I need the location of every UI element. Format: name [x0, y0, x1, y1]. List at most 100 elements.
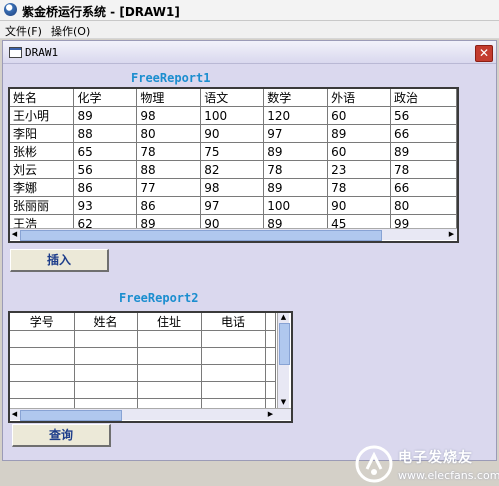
table-cell[interactable]: 86 — [136, 196, 202, 215]
table-cell[interactable]: 60 — [327, 142, 392, 161]
table-cell[interactable] — [265, 364, 276, 382]
report1-hscroll-thumb[interactable] — [20, 230, 382, 241]
table-cell[interactable] — [10, 330, 75, 348]
table-cell[interactable]: 李娜 — [10, 178, 75, 197]
table-cell[interactable] — [201, 330, 266, 348]
table-cell[interactable]: 60 — [327, 106, 392, 125]
table-cell[interactable]: 89 — [263, 142, 329, 161]
table-cell[interactable] — [74, 347, 138, 365]
scroll-up-icon[interactable]: ▲ — [278, 313, 289, 322]
table-cell[interactable]: 100 — [263, 196, 329, 215]
table-cell[interactable]: 97 — [200, 196, 265, 215]
table-cell[interactable] — [137, 330, 202, 348]
table-cell[interactable]: 89 — [263, 178, 329, 197]
table-cell[interactable]: 86 — [73, 178, 138, 197]
column-header[interactable]: 姓名 — [74, 313, 138, 331]
column-header[interactable]: 政治 — [390, 89, 457, 107]
table-cell[interactable]: 80 — [390, 196, 457, 215]
table-cell[interactable]: 89 — [327, 124, 392, 143]
table-cell[interactable] — [265, 330, 276, 348]
table-row[interactable] — [10, 347, 276, 365]
table-cell[interactable] — [137, 347, 202, 365]
table-cell[interactable]: 90 — [200, 124, 265, 143]
column-header[interactable]: 数学 — [263, 89, 329, 107]
table-row[interactable]: 刘云 56 88 82 78 23 78 — [10, 160, 457, 179]
table-cell[interactable]: 97 — [263, 124, 329, 143]
scroll-left-icon[interactable]: ◀ — [10, 229, 19, 240]
table-cell[interactable]: 90 — [327, 196, 392, 215]
table-row[interactable]: 李娜 86 77 98 89 78 66 — [10, 178, 457, 197]
table-cell[interactable]: 88 — [136, 160, 202, 179]
table-cell[interactable] — [265, 347, 276, 365]
table-cell[interactable]: 82 — [200, 160, 265, 179]
report2-vscrollbar[interactable]: ▲ ▼ — [277, 313, 290, 408]
report2-grid[interactable]: 学号 姓名 住址 电话 ▲ ▼ ◀ ▶ — [8, 311, 293, 423]
column-header[interactable]: 学号 — [10, 313, 75, 331]
table-cell[interactable] — [74, 381, 138, 399]
table-cell[interactable]: 李阳 — [10, 124, 75, 143]
table-cell[interactable]: 120 — [263, 106, 329, 125]
table-cell[interactable]: 张丽丽 — [10, 196, 75, 215]
table-cell[interactable]: 88 — [73, 124, 138, 143]
table-cell[interactable]: 100 — [200, 106, 265, 125]
table-cell[interactable]: 王小明 — [10, 106, 75, 125]
table-cell[interactable] — [10, 364, 75, 382]
column-header[interactable]: 语文 — [200, 89, 265, 107]
table-cell[interactable] — [201, 381, 266, 399]
report2-hscroll-thumb[interactable] — [20, 410, 122, 421]
table-cell[interactable]: 66 — [390, 178, 457, 197]
table-row[interactable]: 李阳 88 80 90 97 89 66 — [10, 124, 457, 143]
query-button[interactable]: 查询 — [12, 424, 111, 447]
table-cell[interactable]: 78 — [390, 160, 457, 179]
table-cell[interactable]: 66 — [390, 124, 457, 143]
scroll-left-icon[interactable]: ◀ — [10, 409, 19, 420]
scroll-down-icon[interactable]: ▼ — [278, 398, 289, 407]
table-cell[interactable] — [137, 381, 202, 399]
column-header[interactable]: 电话 — [201, 313, 266, 331]
menu-file[interactable]: 文件(F) — [5, 23, 42, 39]
table-cell[interactable]: 89 — [73, 106, 138, 125]
table-row[interactable]: 张彬 65 78 75 89 60 89 — [10, 142, 457, 161]
table-cell[interactable]: 78 — [327, 178, 392, 197]
table-cell[interactable]: 77 — [136, 178, 202, 197]
column-header[interactable]: 物理 — [136, 89, 202, 107]
table-cell[interactable] — [265, 381, 276, 399]
table-cell[interactable] — [201, 347, 266, 365]
column-header[interactable]: 姓名 — [10, 89, 75, 107]
table-cell[interactable]: 75 — [200, 142, 265, 161]
report1-grid[interactable]: 姓名 化学 物理 语文 数学 外语 政治 王小明 89 98 100 120 60 56 李阳 88 80 90 9… — [8, 87, 459, 243]
table-cell[interactable] — [74, 330, 138, 348]
table-cell[interactable] — [10, 381, 75, 399]
table-cell[interactable]: 98 — [136, 106, 202, 125]
scroll-right-icon[interactable]: ▶ — [447, 229, 456, 240]
table-cell[interactable]: 56 — [73, 160, 138, 179]
table-cell[interactable]: 56 — [390, 106, 457, 125]
column-header[interactable]: 外语 — [327, 89, 392, 107]
table-cell[interactable] — [137, 364, 202, 382]
table-cell[interactable]: 93 — [73, 196, 138, 215]
report2-hscrollbar[interactable]: ◀ ▶ — [10, 408, 291, 421]
report1-hscrollbar[interactable]: ◀ ▶ — [10, 228, 457, 241]
table-row[interactable]: 张丽丽 93 86 97 100 90 80 — [10, 196, 457, 215]
table-cell[interactable]: 65 — [73, 142, 138, 161]
table-cell[interactable] — [201, 364, 266, 382]
close-button[interactable]: ✕ — [475, 45, 493, 62]
menu-operate[interactable]: 操作(O) — [51, 23, 90, 39]
table-cell[interactable]: 78 — [136, 142, 202, 161]
column-header[interactable]: 住址 — [137, 313, 202, 331]
child-title-bar[interactable]: DRAW1 ✕ — [3, 41, 496, 64]
table-row[interactable]: 王小明 89 98 100 120 60 56 — [10, 106, 457, 125]
table-row[interactable] — [10, 364, 276, 382]
table-cell[interactable]: 98 — [200, 178, 265, 197]
table-cell[interactable]: 23 — [327, 160, 392, 179]
report2-vscroll-thumb[interactable] — [279, 323, 290, 365]
table-row[interactable] — [10, 330, 276, 348]
table-cell[interactable] — [74, 364, 138, 382]
table-cell[interactable]: 80 — [136, 124, 202, 143]
table-cell[interactable]: 刘云 — [10, 160, 75, 179]
app-title-bar[interactable]: 紫金桥运行系统 - [DRAW1] — [0, 0, 499, 21]
insert-button[interactable]: 插入 — [10, 249, 109, 272]
table-cell[interactable]: 张彬 — [10, 142, 75, 161]
column-header[interactable]: 化学 — [73, 89, 138, 107]
table-cell[interactable] — [10, 347, 75, 365]
